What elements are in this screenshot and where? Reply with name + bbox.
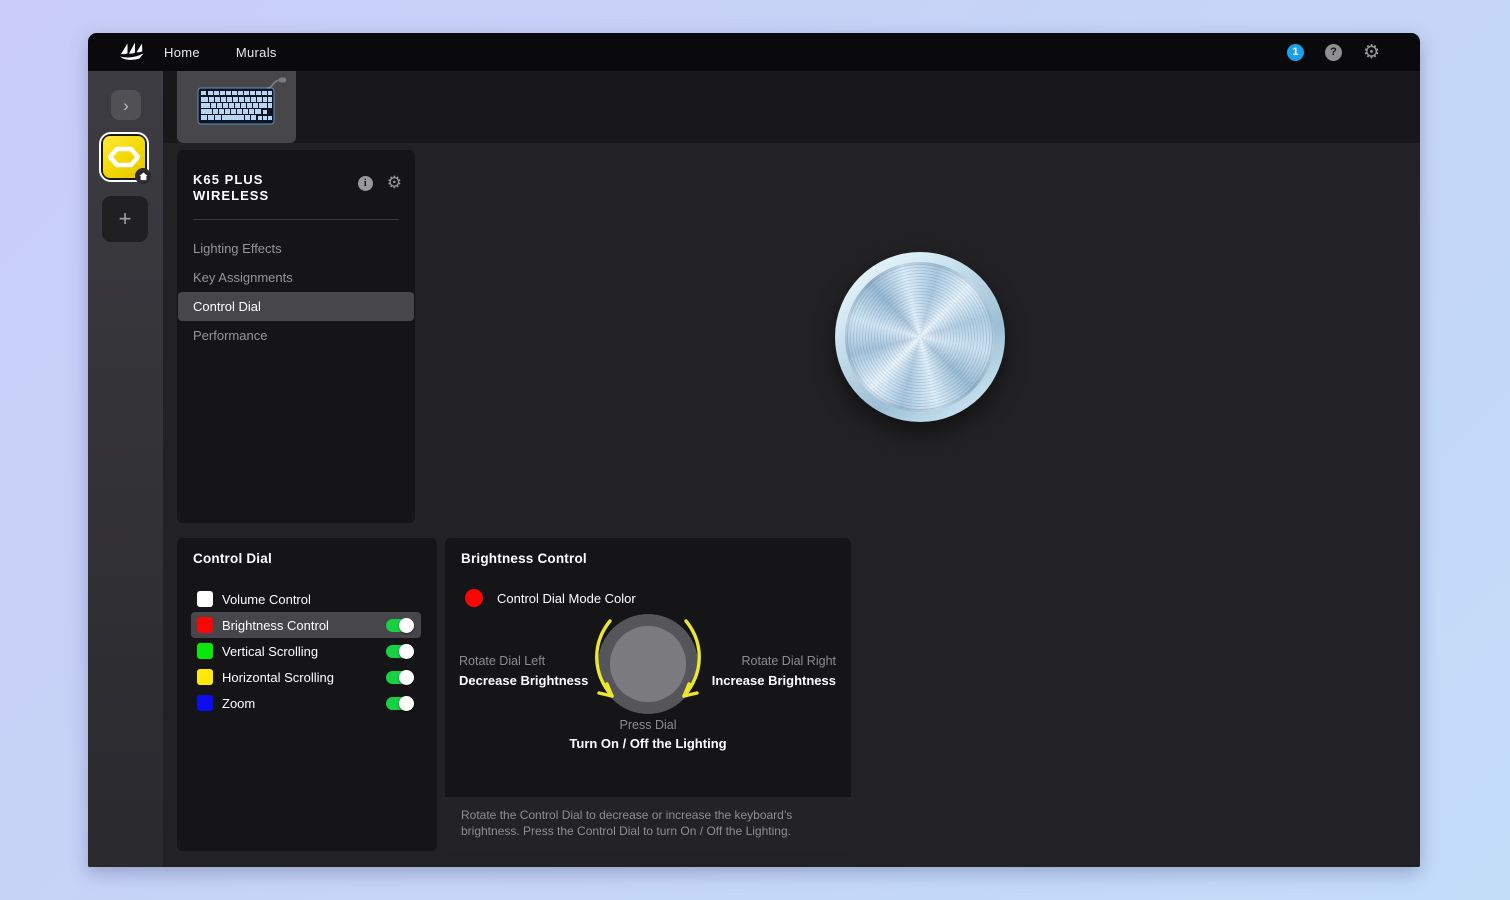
mode-color-swatch <box>197 617 213 633</box>
top-bar: Home Murals 1 ? ⚙ <box>88 33 1420 71</box>
mode-row-vertical-scrolling[interactable]: Vertical Scrolling <box>191 638 421 664</box>
usb-cable-icon <box>267 76 289 90</box>
add-device-button[interactable]: + <box>102 196 148 242</box>
toggle-knob <box>399 696 414 711</box>
device-panel-actions: i ⚙ <box>358 175 402 192</box>
nav-murals[interactable]: Murals <box>236 45 277 60</box>
device-panel-header: K65 PLUS WIRELESS i ⚙ <box>177 150 415 204</box>
brightness-description: Rotate the Control Dial to decrease or i… <box>461 807 827 839</box>
mode-color-row: Control Dial Mode Color <box>465 589 636 607</box>
toggle-knob <box>399 670 414 685</box>
device-settings-icon[interactable]: ⚙ <box>387 175 402 192</box>
mode-row-horizontal-scrolling[interactable]: Horizontal Scrolling <box>191 664 421 690</box>
mode-color-dot[interactable] <box>465 589 483 607</box>
plus-icon: + <box>119 206 132 232</box>
mode-color-swatch <box>197 591 213 607</box>
menu-item-performance[interactable]: Performance <box>178 321 414 350</box>
mode-toggle-on[interactable] <box>386 619 412 632</box>
mode-color-swatch <box>197 695 213 711</box>
device-info-icon[interactable]: i <box>358 176 373 191</box>
mode-toggle-on[interactable] <box>386 671 412 684</box>
toggle-knob <box>399 644 414 659</box>
control-dial-panel: Control Dial Volume Control Brightness C… <box>177 538 437 851</box>
press-dial-action: Turn On / Off the Lighting <box>445 736 851 751</box>
home-icon <box>139 172 148 181</box>
sidebar-device-k65[interactable] <box>99 132 149 182</box>
mode-color-label: Control Dial Mode Color <box>497 591 636 606</box>
menu-item-control-dial[interactable]: Control Dial <box>178 292 414 321</box>
brightness-control-panel: Brightness Control Control Dial Mode Col… <box>445 538 851 851</box>
device-sidebar: › + <box>88 71 163 867</box>
toggle-knob <box>399 618 414 633</box>
icue-app-window: Home Murals 1 ? ⚙ › + <box>88 33 1420 867</box>
sidebar-expand-button[interactable]: › <box>111 90 141 120</box>
divider <box>193 219 399 220</box>
press-dial-label: Press Dial <box>445 718 851 732</box>
rotate-left-info: Rotate Dial Left Decrease Brightness <box>459 652 588 690</box>
main-content: K65 PLUS WIRELESS i ⚙ Lighting Effects K… <box>163 71 1420 867</box>
brightness-description-footer: Rotate the Control Dial to decrease or i… <box>445 797 851 851</box>
mode-row-zoom[interactable]: Zoom <box>191 690 421 716</box>
help-icon[interactable]: ? <box>1325 44 1342 61</box>
mode-row-volume-control[interactable]: Volume Control <box>191 586 421 612</box>
device-tab-k65[interactable] <box>177 71 296 143</box>
mode-toggle-on[interactable] <box>386 697 412 710</box>
device-settings-panel: K65 PLUS WIRELESS i ⚙ Lighting Effects K… <box>177 150 415 523</box>
hardware-mode-badge <box>135 168 151 184</box>
device-menu: Lighting Effects Key Assignments Control… <box>177 234 415 350</box>
mode-row-brightness-control[interactable]: Brightness Control <box>191 612 421 638</box>
main-nav: Home Murals <box>164 45 277 60</box>
settings-gear-icon[interactable]: ⚙ <box>1363 43 1380 62</box>
mode-color-swatch <box>197 669 213 685</box>
device-tab-strip <box>163 71 1420 143</box>
control-dial-face <box>845 262 995 412</box>
rotate-arrows-icon <box>586 616 710 718</box>
mode-list: Volume Control Brightness Control Vertic… <box>177 586 437 716</box>
rotate-right-info: Rotate Dial Right Increase Brightness <box>712 652 836 690</box>
notification-badge[interactable]: 1 <box>1287 44 1304 61</box>
nav-home[interactable]: Home <box>164 45 200 60</box>
menu-item-key-assignments[interactable]: Key Assignments <box>178 263 414 292</box>
topbar-actions: 1 ? ⚙ <box>1287 43 1380 62</box>
mode-toggle-on[interactable] <box>386 645 412 658</box>
chevron-right-icon: › <box>123 97 129 114</box>
mode-color-swatch <box>197 643 213 659</box>
corsair-logo-icon[interactable] <box>118 40 148 64</box>
device-name: K65 PLUS WIRELESS <box>193 172 358 204</box>
menu-item-lighting-effects[interactable]: Lighting Effects <box>178 234 414 263</box>
control-dial-panel-title: Control Dial <box>193 551 437 566</box>
keyboard-thumbnail <box>197 84 277 128</box>
brightness-panel-title: Brightness Control <box>461 551 587 566</box>
hexagon-icon <box>108 143 140 171</box>
control-dial-preview <box>835 252 1005 422</box>
